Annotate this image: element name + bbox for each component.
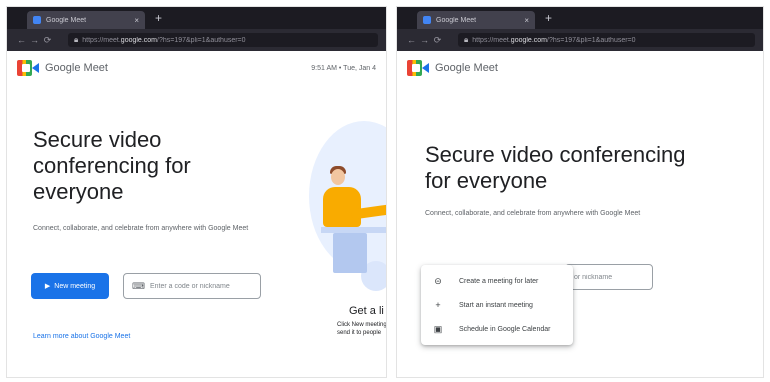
menu-item-schedule-calendar[interactable]: ▣ Schedule in Google Calendar	[421, 317, 573, 341]
address-bar[interactable]: 🔒︎ https://meet.google.com/?hs=197&pli=1…	[458, 33, 755, 47]
brand-name: Google Meet	[435, 62, 498, 74]
tab-title: Google Meet	[46, 16, 87, 24]
menu-item-instant-meeting[interactable]: + Start an instant meeting	[421, 293, 573, 317]
meeting-code-field[interactable]	[565, 264, 653, 290]
new-tab-icon[interactable]: +	[545, 12, 552, 24]
illustration: Get a li Click New meeting send it to peo…	[299, 111, 387, 341]
hero-title: Secure video conferencing for everyone	[425, 142, 686, 193]
url-text: https://meet.google.com/?hs=197&pli=1&au…	[82, 36, 246, 44]
plus-icon: +	[435, 300, 441, 310]
google-meet-logo-icon[interactable]	[17, 60, 39, 76]
browser-toolbar: ← → ⟳ 🔒︎ https://meet.google.com/?hs=197…	[7, 29, 386, 51]
menu-item-label: Start an instant meeting	[459, 301, 533, 309]
forward-icon[interactable]: →	[418, 35, 431, 45]
date-time: 9:51 AM • Tue, Jan 4	[311, 64, 376, 72]
tab-close-icon[interactable]: ×	[134, 16, 139, 25]
browser-window-left: Google Meet × + ← → ⟳ 🔒︎ https://meet.go…	[6, 6, 387, 378]
hero-subtitle: Connect, collaborate, and celebrate from…	[33, 225, 249, 232]
menu-item-label: Create a meeting for later	[459, 277, 539, 285]
tab-close-icon[interactable]: ×	[524, 16, 529, 25]
back-icon[interactable]: ←	[405, 35, 418, 45]
meeting-code-input[interactable]	[150, 282, 252, 290]
browser-tab[interactable]: Google Meet ×	[417, 11, 535, 29]
learn-more-link[interactable]: Learn more about Google Meet	[33, 333, 130, 340]
hero-subtitle: Connect, collaborate, and celebrate from…	[425, 210, 641, 217]
browser-window-right: Google Meet × + ← → ⟳ 🔒︎ https://meet.go…	[396, 6, 764, 378]
meeting-code-input[interactable]	[574, 273, 644, 281]
google-meet-logo-icon[interactable]	[407, 60, 429, 76]
meet-favicon-icon	[423, 16, 431, 24]
page-header: Google Meet	[397, 51, 763, 85]
brand-name: Google Meet	[45, 62, 108, 74]
new-meeting-button[interactable]: ▶ New meeting	[31, 273, 109, 299]
reload-icon[interactable]: ⟳	[41, 35, 54, 46]
meeting-code-field[interactable]: ⌨	[123, 273, 261, 299]
keyboard-icon: ⌨	[132, 280, 145, 291]
address-bar[interactable]: 🔒︎ https://meet.google.com/?hs=197&pli=1…	[68, 33, 378, 47]
lock-icon: 🔒︎	[74, 35, 79, 44]
new-meeting-label: New meeting	[54, 282, 96, 290]
tab-bar: Google Meet × +	[7, 7, 386, 29]
calendar-icon: ▣	[433, 323, 443, 334]
page-header: Google Meet 9:51 AM • Tue, Jan 4	[7, 51, 386, 85]
tab-title: Google Meet	[436, 16, 477, 24]
meet-favicon-icon	[33, 16, 41, 24]
reload-icon[interactable]: ⟳	[431, 35, 444, 46]
new-tab-icon[interactable]: +	[155, 12, 162, 24]
illustration-caption: Get a li	[349, 305, 384, 317]
hero-title: Secure video conferencing for everyone	[33, 127, 191, 204]
link-icon: ⊝	[434, 275, 442, 286]
menu-item-create-later[interactable]: ⊝ Create a meeting for later	[421, 269, 573, 293]
url-text: https://meet.google.com/?hs=197&pli=1&au…	[472, 36, 636, 44]
browser-toolbar: ← → ⟳ 🔒︎ https://meet.google.com/?hs=197…	[397, 29, 763, 51]
new-meeting-menu: ⊝ Create a meeting for later + Start an …	[421, 265, 573, 345]
illustration-subtext: Click New meeting send it to people	[337, 322, 387, 336]
forward-icon[interactable]: →	[28, 35, 41, 45]
browser-tab[interactable]: Google Meet ×	[27, 11, 145, 29]
lock-icon: 🔒︎	[464, 35, 469, 44]
video-camera-icon: ▶	[44, 283, 51, 290]
back-icon[interactable]: ←	[15, 35, 28, 45]
tab-bar: Google Meet × +	[397, 7, 763, 29]
menu-item-label: Schedule in Google Calendar	[459, 325, 551, 333]
